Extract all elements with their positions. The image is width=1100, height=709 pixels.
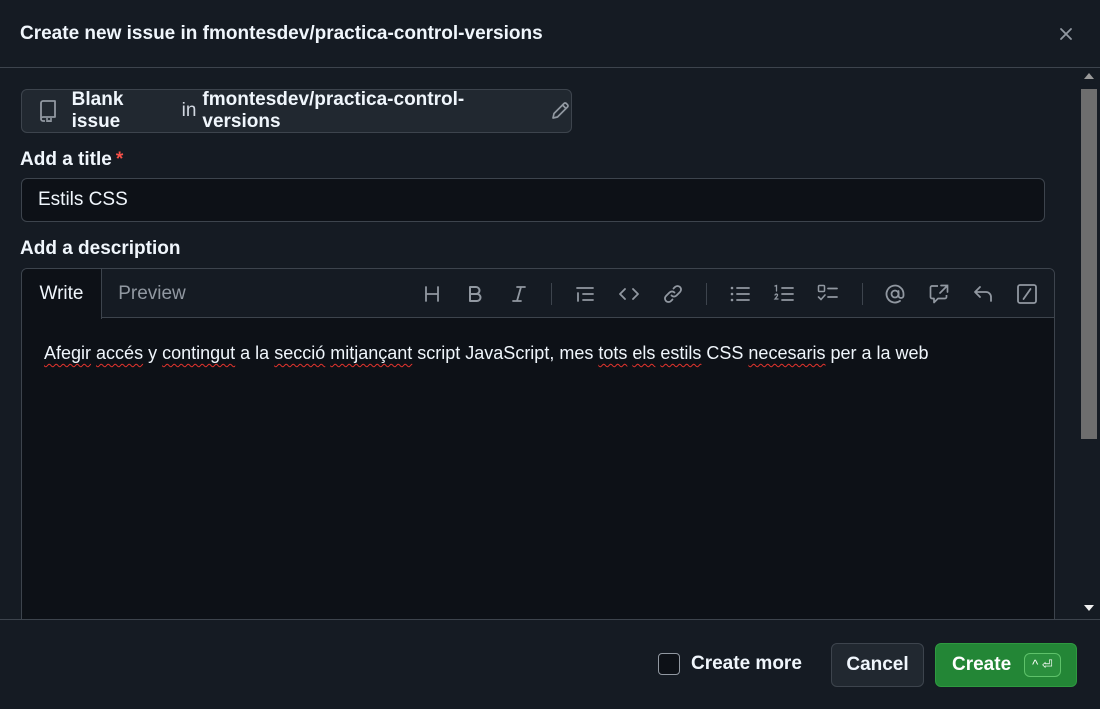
quote-icon	[576, 287, 594, 302]
required-asterisk: *	[115, 149, 124, 170]
task-list-button[interactable]	[815, 281, 841, 307]
text-part: necesaris	[748, 343, 826, 363]
template-name: Blank issue	[71, 89, 124, 132]
saved-replies-button[interactable]	[970, 281, 996, 307]
reference-button[interactable]	[926, 281, 952, 307]
text-part: secció	[274, 343, 326, 363]
text-part: per a la web	[825, 343, 929, 363]
repo-icon	[38, 100, 60, 122]
numbered-list-icon	[773, 284, 794, 301]
text-part: contingut	[162, 343, 236, 363]
cancel-button[interactable]: Cancel	[831, 643, 924, 687]
scroll-thumb[interactable]	[1081, 89, 1097, 439]
create-issue-dialog: Create new issue in fmontesdev/practica-…	[0, 0, 1100, 709]
dialog-footer: Create more Cancel Create ^ ⏎	[0, 619, 1100, 709]
saved-replies-icon	[974, 286, 992, 302]
toolbar-divider	[551, 283, 552, 305]
close-button[interactable]	[1054, 22, 1078, 46]
slash-commands-button[interactable]	[1014, 281, 1040, 307]
heading-icon	[425, 286, 439, 302]
text-part: a la	[235, 343, 275, 363]
keyboard-shortcut-badge: ^ ⏎	[1024, 653, 1061, 677]
dialog-body: Blank issue in fmontesdev/practica-contr…	[0, 69, 1100, 619]
numbered-list-button[interactable]	[771, 281, 797, 307]
title-label: Add a title *	[20, 149, 123, 171]
template-in-word: in	[181, 100, 197, 121]
scroll-up-arrow-icon[interactable]	[1084, 73, 1094, 79]
link-button[interactable]	[660, 281, 686, 307]
tab-preview[interactable]: Preview	[102, 269, 202, 318]
italic-button[interactable]	[506, 281, 532, 307]
text-part: els	[632, 343, 656, 363]
quote-button[interactable]	[572, 281, 598, 307]
reference-icon	[929, 284, 949, 304]
code-icon	[619, 288, 639, 300]
text-part: estils	[660, 343, 702, 363]
bold-button[interactable]	[462, 281, 488, 307]
toolbar-divider	[862, 283, 863, 305]
dialog-title: Create new issue in fmontesdev/practica-…	[20, 22, 543, 44]
dialog-scrollbar[interactable]	[1078, 69, 1100, 619]
link-icon	[664, 285, 682, 303]
description-editor: Write Preview Afegir accés y contingut a…	[21, 268, 1055, 619]
pencil-icon[interactable]	[549, 100, 571, 122]
bulleted-list-icon	[730, 286, 750, 302]
dialog-header: Create new issue in fmontesdev/practica-…	[0, 0, 1100, 68]
task-list-icon	[817, 284, 838, 301]
bold-icon	[469, 286, 482, 302]
editor-toolbar: Write Preview	[22, 269, 1054, 319]
text-part: y	[143, 343, 163, 363]
title-input[interactable]	[21, 178, 1045, 222]
italic-icon	[512, 286, 526, 302]
text-part: Afegir	[44, 343, 92, 363]
toolbar-divider	[706, 283, 707, 305]
create-button[interactable]: Create ^ ⏎	[935, 643, 1077, 687]
template-repo: fmontesdev/practica-control-versions	[202, 89, 465, 132]
code-button[interactable]	[616, 281, 642, 307]
description-label: Add a description	[20, 238, 181, 259]
title-label-text: Add a title	[20, 149, 112, 170]
create-more-toggle[interactable]: Create more	[658, 653, 802, 675]
bulleted-list-button[interactable]	[727, 281, 753, 307]
text-part: mitjançant	[330, 343, 413, 363]
mention-icon	[885, 284, 905, 304]
slash-commands-icon	[1017, 284, 1037, 304]
create-more-label: Create more	[691, 653, 802, 674]
tab-write[interactable]: Write	[22, 269, 102, 319]
create-button-label: Create	[952, 654, 1012, 675]
text-part: accés	[96, 343, 144, 363]
description-textarea[interactable]: Afegir accés y contingut a la secció mit…	[44, 343, 929, 364]
close-icon	[1060, 28, 1072, 40]
text-part: CSS	[701, 343, 749, 363]
mention-button[interactable]	[882, 281, 908, 307]
template-selector[interactable]: Blank issue in fmontesdev/practica-contr…	[21, 89, 572, 133]
create-more-checkbox[interactable]	[658, 653, 680, 675]
heading-button[interactable]	[419, 281, 445, 307]
text-part: tots	[598, 343, 628, 363]
text-part: script JavaScript, mes	[412, 343, 599, 363]
scroll-down-arrow-icon[interactable]	[1084, 605, 1094, 611]
